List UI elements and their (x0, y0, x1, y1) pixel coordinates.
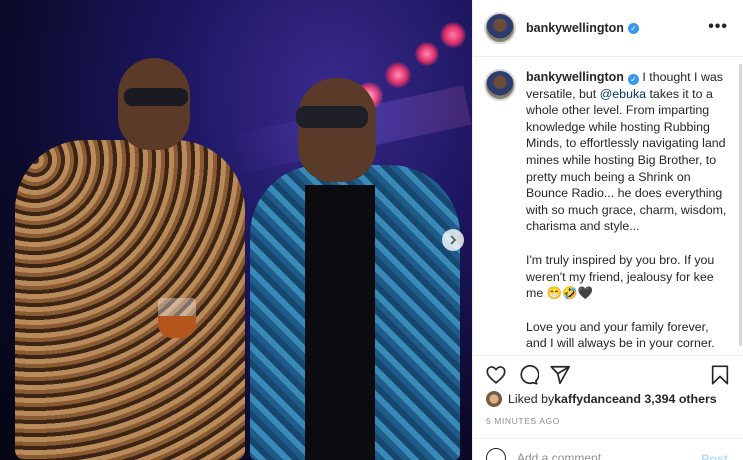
header-username[interactable]: bankywellington (526, 21, 624, 35)
more-icon[interactable]: ••• (708, 18, 728, 36)
caption-username[interactable]: bankywellington (526, 70, 624, 84)
post-photo[interactable] (0, 0, 472, 460)
post-header: bankywellington ✓ ••• (473, 0, 743, 57)
stage-light (385, 62, 411, 88)
caption-avatar[interactable] (484, 69, 516, 101)
post-sidebar: bankywellington ✓ ••• bankywellington ✓ I… (472, 0, 743, 460)
next-photo-button[interactable] (442, 229, 464, 251)
chevron-right-icon (450, 235, 456, 245)
caption-emojis: 😁🤣🖤 (546, 286, 593, 301)
person-right-head (298, 78, 376, 182)
post-timestamp[interactable]: 5 MINUTES AGO (486, 416, 560, 426)
emoji-icon[interactable] (486, 448, 506, 460)
likes-others[interactable]: and 3,394 others (619, 392, 717, 406)
action-bar (473, 355, 743, 389)
verified-icon: ✓ (627, 74, 639, 85)
caption-text: bankywellington ✓ I thought I was versati… (526, 69, 730, 355)
comment-input[interactable] (517, 451, 687, 460)
likes-prefix: Liked by (508, 392, 555, 406)
mention-link[interactable]: @ebuka (600, 87, 646, 101)
person-left-sunglasses (124, 88, 188, 106)
post-comment-button[interactable]: Post (701, 452, 728, 460)
person-left-leopard-shirt (15, 140, 245, 460)
avatar[interactable] (484, 12, 516, 44)
stage-light (415, 42, 439, 66)
drink-glass (158, 298, 196, 338)
caption-paragraph: I'm truly inspired by you bro. If you we… (526, 252, 730, 302)
caption-area: bankywellington ✓ I thought I was versati… (473, 57, 743, 355)
comment-bar: Post (473, 438, 743, 460)
person-right-shirt (305, 185, 375, 460)
caption-intro-rest: takes it to a whole other level. From im… (526, 86, 727, 234)
likes-summary[interactable]: Liked by kaffydance and 3,394 others (486, 391, 717, 407)
comment-icon[interactable] (517, 364, 539, 386)
verified-icon: ✓ (627, 22, 639, 34)
heart-icon[interactable] (485, 364, 507, 386)
caption-paragraph: Love you and your family forever, and I … (526, 319, 723, 355)
liker-username[interactable]: kaffydance (554, 392, 619, 406)
stage-light (440, 22, 466, 48)
share-icon[interactable] (549, 364, 571, 386)
bookmark-icon[interactable] (709, 364, 731, 386)
liker-avatar[interactable] (486, 391, 502, 407)
caption-scrollbar[interactable] (739, 64, 742, 346)
person-right-sunglasses (296, 106, 368, 128)
